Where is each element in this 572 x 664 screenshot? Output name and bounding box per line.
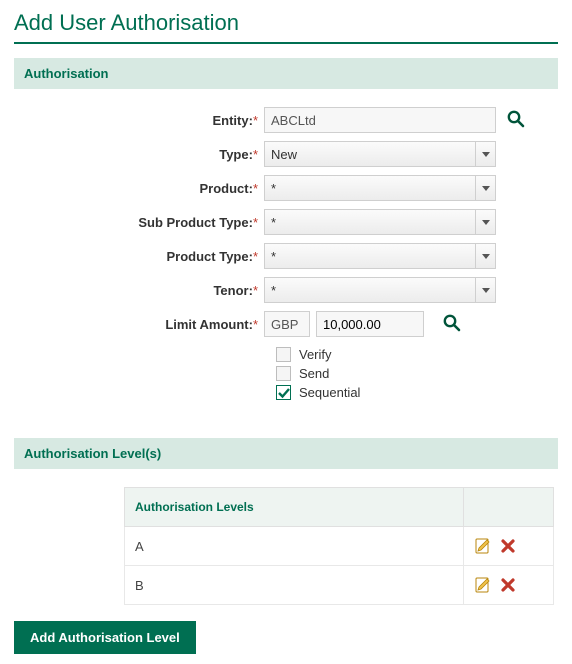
sub-product-type-label: Sub Product Type:* bbox=[18, 215, 264, 230]
send-checkbox[interactable] bbox=[276, 366, 291, 381]
product-type-select[interactable]: * bbox=[264, 243, 496, 269]
levels-header-actions bbox=[464, 488, 554, 527]
section-header-levels: Authorisation Level(s) bbox=[14, 438, 558, 469]
sub-product-type-select[interactable]: * bbox=[264, 209, 496, 235]
authorisation-form: Entity:* Type:* New Product:* * bbox=[14, 107, 558, 408]
chevron-down-icon bbox=[475, 142, 495, 166]
limit-amount-search-icon[interactable] bbox=[442, 313, 462, 336]
verify-label: Verify bbox=[299, 347, 332, 362]
type-label: Type:* bbox=[18, 147, 264, 162]
send-label: Send bbox=[299, 366, 329, 381]
chevron-down-icon bbox=[475, 244, 495, 268]
product-label: Product:* bbox=[18, 181, 264, 196]
chevron-down-icon bbox=[475, 210, 495, 234]
type-select[interactable]: New bbox=[264, 141, 496, 167]
edit-icon[interactable] bbox=[474, 576, 490, 594]
delete-icon[interactable] bbox=[500, 577, 516, 593]
entity-input[interactable] bbox=[264, 107, 496, 133]
product-select[interactable]: * bbox=[264, 175, 496, 201]
section-header-authorisation: Authorisation bbox=[14, 58, 558, 89]
sequential-label: Sequential bbox=[299, 385, 360, 400]
entity-search-icon[interactable] bbox=[506, 109, 526, 132]
verify-checkbox[interactable] bbox=[276, 347, 291, 362]
delete-icon[interactable] bbox=[500, 538, 516, 554]
add-authorisation-level-button[interactable]: Add Authorisation Level bbox=[14, 621, 196, 654]
tenor-select[interactable]: * bbox=[264, 277, 496, 303]
limit-amount-currency-input[interactable] bbox=[264, 311, 310, 337]
sequential-checkbox[interactable] bbox=[276, 385, 291, 400]
level-cell: B bbox=[125, 566, 464, 605]
chevron-down-icon bbox=[475, 278, 495, 302]
product-type-label: Product Type:* bbox=[18, 249, 264, 264]
edit-icon[interactable] bbox=[474, 537, 490, 555]
table-row: B bbox=[125, 566, 554, 605]
limit-amount-label: Limit Amount:* bbox=[18, 317, 264, 332]
page-title: Add User Authorisation bbox=[14, 10, 558, 36]
title-divider bbox=[14, 42, 558, 44]
levels-header-name: Authorisation Levels bbox=[125, 488, 464, 527]
chevron-down-icon bbox=[475, 176, 495, 200]
limit-amount-value-input[interactable] bbox=[316, 311, 424, 337]
table-row: A bbox=[125, 527, 554, 566]
level-cell: A bbox=[125, 527, 464, 566]
authorisation-levels-table: Authorisation Levels A B bbox=[124, 487, 554, 605]
tenor-label: Tenor:* bbox=[18, 283, 264, 298]
entity-label: Entity:* bbox=[18, 113, 264, 128]
